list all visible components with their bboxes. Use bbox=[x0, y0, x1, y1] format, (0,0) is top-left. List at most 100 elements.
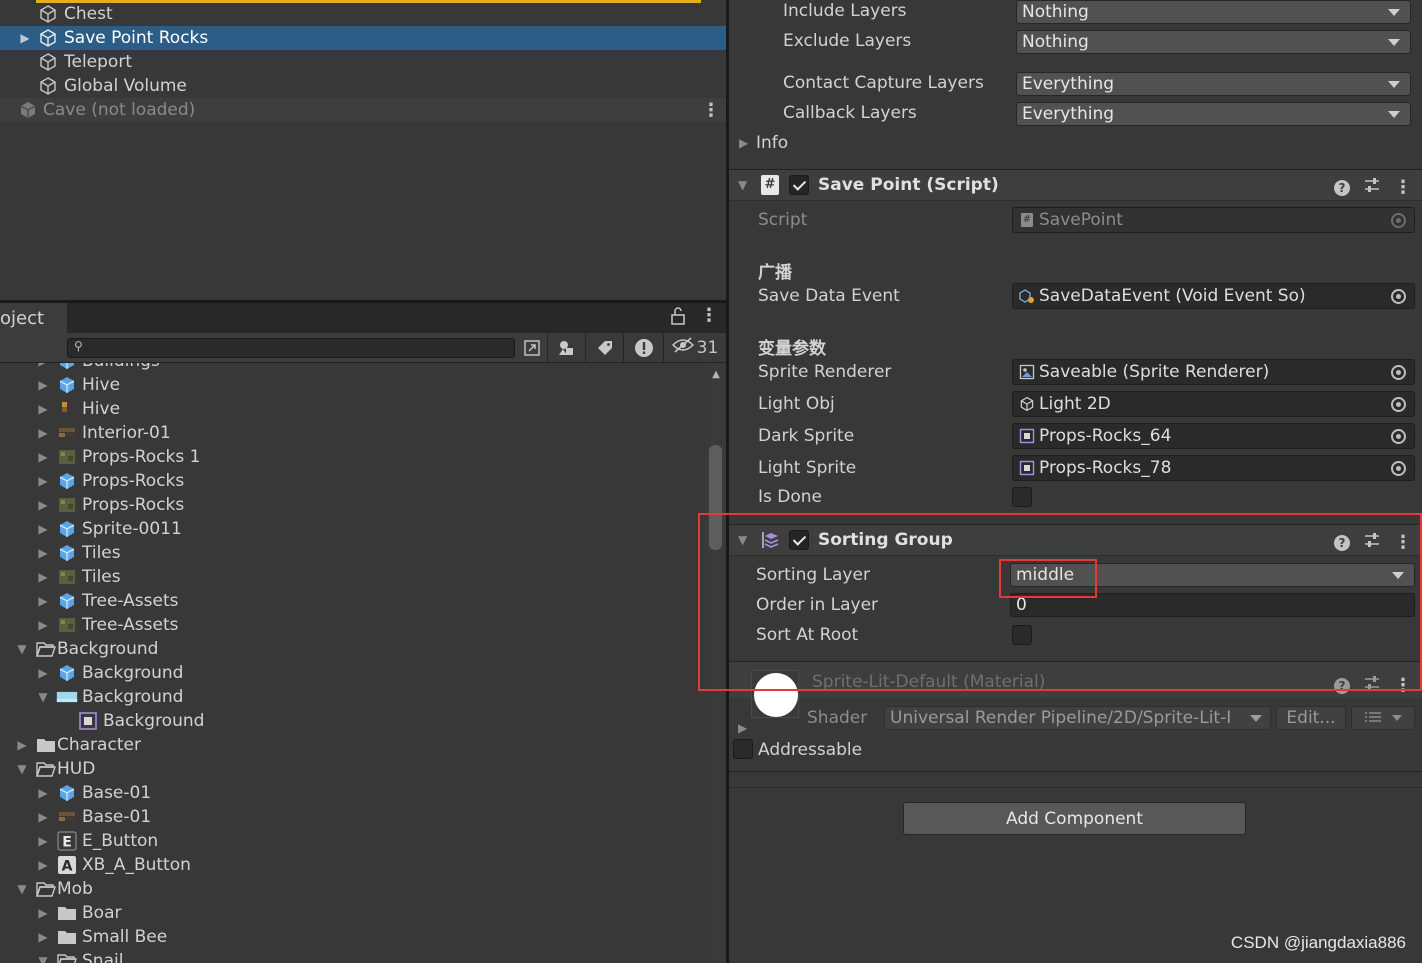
hierarchy-item-teleport[interactable]: Teleport bbox=[0, 50, 726, 74]
shader-label: Shader bbox=[807, 708, 868, 728]
collapse-arrow-icon[interactable]: ▼ bbox=[15, 642, 29, 656]
scene-menu-icon[interactable]: ⋮ bbox=[702, 100, 720, 121]
toolbar-create-button[interactable] bbox=[517, 333, 547, 362]
project-tree-item[interactable]: ▶ E E_Button bbox=[0, 829, 706, 853]
project-tree-item[interactable]: ▶ Tiles bbox=[0, 541, 706, 565]
include-layers-dropdown[interactable]: Nothing bbox=[1016, 0, 1411, 24]
project-tree-item[interactable]: ▶ Base-01 bbox=[0, 805, 706, 829]
expand-arrow-icon[interactable]: ▶ bbox=[18, 31, 32, 45]
contact-capture-layers-dropdown[interactable]: Everything bbox=[1016, 72, 1411, 96]
expand-arrow-icon[interactable]: ▶ bbox=[36, 834, 50, 848]
project-tree-item[interactable]: ▶ Props-Rocks bbox=[0, 469, 706, 493]
tab-project[interactable]: oject bbox=[0, 303, 67, 333]
console-log-filter-button[interactable] bbox=[623, 333, 663, 362]
light-sprite-field[interactable]: Props-Rocks_78 bbox=[1012, 455, 1415, 481]
save-point-component-header[interactable]: ▼ # Save Point (Script) ? ⋮ bbox=[729, 169, 1422, 201]
dark-sprite-field[interactable]: Props-Rocks_64 bbox=[1012, 423, 1415, 449]
collapse-arrow-icon[interactable]: ▼ bbox=[15, 882, 29, 896]
material-foldout-arrow-icon[interactable]: ▶ bbox=[738, 721, 747, 735]
project-tree-item[interactable]: ▶ Hive bbox=[0, 373, 706, 397]
unloaded-scene-row[interactable]: Cave (not loaded) ⋮ bbox=[0, 98, 726, 122]
filter-by-label-button[interactable] bbox=[585, 333, 623, 362]
project-tree-item[interactable]: ▶ Base-01 bbox=[0, 781, 706, 805]
project-tree-item[interactable]: ▶ Buildings bbox=[0, 363, 706, 373]
object-picker-icon[interactable] bbox=[1391, 461, 1406, 476]
expand-arrow-icon[interactable]: ▶ bbox=[36, 930, 50, 944]
scroll-up-icon[interactable]: ▲ bbox=[708, 369, 724, 380]
collapse-arrow-icon[interactable]: ▼ bbox=[15, 762, 29, 776]
presets-icon[interactable] bbox=[1364, 177, 1380, 198]
project-tree-item[interactable]: ▶ Boar bbox=[0, 901, 706, 925]
project-menu-icon[interactable]: ⋮ bbox=[700, 305, 718, 326]
foldout-arrow-icon[interactable]: ▼ bbox=[738, 178, 747, 192]
collapse-arrow-icon[interactable]: ▼ bbox=[36, 954, 50, 963]
expand-arrow-icon[interactable]: ▶ bbox=[36, 450, 50, 464]
project-tree-item[interactable]: ▼ Background bbox=[0, 685, 706, 709]
info-foldout-arrow-icon[interactable]: ▶ bbox=[739, 136, 748, 150]
save-data-event-field[interactable]: SaveDataEvent (Void Event So) bbox=[1012, 283, 1415, 309]
addressable-checkbox[interactable] bbox=[733, 739, 753, 759]
hierarchy-item-save-point-rocks[interactable]: ▶ Save Point Rocks bbox=[0, 26, 726, 50]
save-point-enabled-checkbox[interactable] bbox=[789, 175, 809, 195]
project-tree-item[interactable]: ▶ Sprite-0011 bbox=[0, 517, 706, 541]
hierarchy-item-global-volume[interactable]: Global Volume bbox=[0, 74, 726, 98]
shader-edit-button[interactable]: Edit... bbox=[1276, 706, 1346, 730]
sprite-renderer-field[interactable]: Saveable (Sprite Renderer) bbox=[1012, 359, 1415, 385]
project-tree-item[interactable]: ▼ Mob bbox=[0, 877, 706, 901]
hierarchy-item-chest[interactable]: Chest bbox=[0, 2, 726, 26]
project-tree-item[interactable]: ▼ Snail bbox=[0, 949, 706, 963]
callback-layers-dropdown[interactable]: Everything bbox=[1016, 102, 1411, 126]
expand-arrow-icon[interactable]: ▶ bbox=[15, 738, 29, 752]
project-tree-item[interactable]: ▶ Background bbox=[0, 661, 706, 685]
expand-arrow-icon[interactable]: ▶ bbox=[36, 402, 50, 416]
object-picker-icon[interactable] bbox=[1391, 397, 1406, 412]
expand-arrow-icon[interactable]: ▶ bbox=[36, 858, 50, 872]
expand-arrow-icon[interactable]: ▶ bbox=[36, 498, 50, 512]
expand-arrow-icon[interactable]: ▶ bbox=[36, 594, 50, 608]
expand-arrow-icon[interactable]: ▶ bbox=[36, 570, 50, 584]
project-tree-item[interactable]: ▶ A XB_A_Button bbox=[0, 853, 706, 877]
project-tree-item[interactable]: ▼ HUD bbox=[0, 757, 706, 781]
expand-arrow-icon[interactable]: ▶ bbox=[36, 618, 50, 632]
expand-arrow-icon[interactable]: ▶ bbox=[36, 546, 50, 560]
project-tree-item[interactable]: ▶ Character bbox=[0, 733, 706, 757]
filter-by-type-button[interactable] bbox=[547, 333, 585, 362]
project-tree-item[interactable]: ▶ Interior-01 bbox=[0, 421, 706, 445]
help-icon[interactable]: ? bbox=[1334, 179, 1350, 196]
expand-arrow-icon[interactable]: ▶ bbox=[36, 786, 50, 800]
lock-icon[interactable] bbox=[670, 306, 686, 331]
project-tree-item[interactable]: ▶ Tree-Assets bbox=[0, 613, 706, 637]
collapse-arrow-icon[interactable]: ▼ bbox=[36, 690, 50, 704]
info-foldout-label[interactable]: Info bbox=[756, 133, 788, 153]
expand-arrow-icon[interactable]: ▶ bbox=[36, 426, 50, 440]
add-component-button[interactable]: Add Component bbox=[903, 802, 1246, 835]
shader-dropdown[interactable]: Universal Render Pipeline/2D/Sprite-Lit-… bbox=[884, 706, 1271, 730]
object-picker-icon[interactable] bbox=[1391, 429, 1406, 444]
shader-options-button[interactable] bbox=[1351, 706, 1415, 730]
dropdown-value: Nothing bbox=[1022, 32, 1089, 52]
project-tree-item[interactable]: ▶ Hive bbox=[0, 397, 706, 421]
expand-arrow-icon[interactable]: ▶ bbox=[36, 522, 50, 536]
expand-arrow-icon[interactable]: ▶ bbox=[36, 906, 50, 920]
is-done-checkbox[interactable] bbox=[1012, 487, 1032, 507]
project-tree-item[interactable]: ▶ Props-Rocks 1 bbox=[0, 445, 706, 469]
expand-arrow-icon[interactable]: ▶ bbox=[36, 666, 50, 680]
search-input[interactable]: ⚲ bbox=[67, 338, 515, 358]
expand-arrow-icon[interactable]: ▶ bbox=[36, 474, 50, 488]
project-tree-item[interactable]: ▶ Small Bee bbox=[0, 925, 706, 949]
object-picker-icon[interactable] bbox=[1391, 289, 1406, 304]
expand-arrow-icon[interactable]: ▶ bbox=[36, 363, 50, 368]
project-tree-item[interactable]: ▼ Background bbox=[0, 637, 706, 661]
project-tree-item[interactable]: ▶ Tree-Assets bbox=[0, 589, 706, 613]
project-tree-item[interactable]: ▶ Props-Rocks bbox=[0, 493, 706, 517]
expand-arrow-icon[interactable]: ▶ bbox=[36, 810, 50, 824]
hierarchy-item-label: Chest bbox=[64, 4, 113, 24]
object-picker-icon[interactable] bbox=[1391, 365, 1406, 380]
exclude-layers-dropdown[interactable]: Nothing bbox=[1016, 30, 1411, 54]
light-obj-field[interactable]: Light 2D bbox=[1012, 391, 1415, 417]
project-tree-item[interactable]: ▶ Tiles bbox=[0, 565, 706, 589]
hidden-packages-button[interactable]: 31 bbox=[663, 333, 726, 362]
component-menu-icon[interactable]: ⋮ bbox=[1394, 177, 1412, 198]
project-tree-item[interactable]: Background bbox=[0, 709, 706, 733]
expand-arrow-icon[interactable]: ▶ bbox=[36, 378, 50, 392]
